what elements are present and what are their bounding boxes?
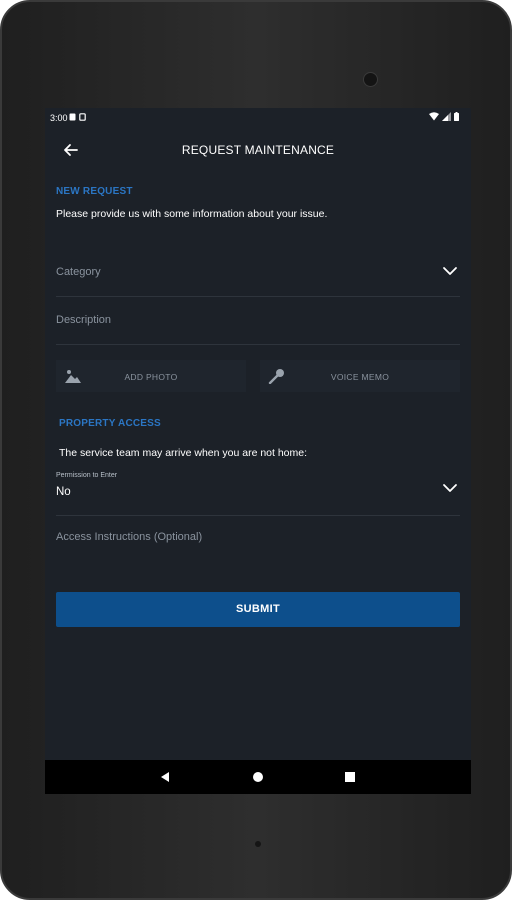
tablet-device: 3:00 REQUEST MAINTENANCE NEW REQUEST Ple… (0, 0, 512, 900)
battery-icon (454, 112, 459, 121)
new-request-section-label: NEW REQUEST (56, 186, 133, 197)
status-time: 3:00 (50, 113, 68, 123)
description-input[interactable]: Description (56, 304, 460, 345)
page-title: REQUEST MAINTENANCE (181, 143, 335, 157)
wifi-icon (429, 112, 439, 121)
chevron-down-icon (443, 267, 457, 275)
access-instructions-input[interactable]: Access Instructions (Optional) (56, 522, 460, 562)
voice-memo-label: VOICE MEMO (330, 372, 390, 382)
add-photo-button[interactable]: ADD PHOTO (56, 360, 246, 392)
new-request-intro: Please provide us with some information … (56, 208, 328, 220)
permission-to-enter-label: Permission to Enter (56, 472, 118, 479)
permission-to-enter-value: No (56, 486, 71, 498)
status-bar: 3:00 (45, 108, 471, 128)
chevron-down-icon (443, 484, 457, 492)
app-bar: REQUEST MAINTENANCE (45, 136, 471, 164)
status-icons (429, 112, 459, 121)
access-instructions-placeholder: Access Instructions (Optional) (56, 531, 203, 543)
voice-memo-button[interactable]: VOICE MEMO (260, 360, 460, 392)
nav-back-icon[interactable] (158, 770, 172, 784)
submit-label: SUBMIT (236, 603, 280, 615)
property-access-section-label: PROPERTY ACCESS (59, 418, 161, 429)
app-screen: 3:00 REQUEST MAINTENANCE NEW REQUEST Ple… (45, 108, 471, 794)
light-sensor (255, 841, 261, 847)
category-dropdown[interactable]: Category (56, 256, 460, 297)
front-camera (363, 72, 378, 87)
category-placeholder: Category (56, 266, 101, 278)
property-access-note: The service team may arrive when you are… (59, 447, 308, 459)
signal-icon (442, 112, 451, 121)
navigation-bar (45, 760, 471, 794)
nav-recents-icon[interactable] (343, 770, 357, 784)
sim-icon (79, 113, 86, 121)
nav-home-icon[interactable] (251, 770, 265, 784)
add-photo-label: ADD PHOTO (124, 372, 178, 382)
description-placeholder: Description (56, 314, 112, 326)
permission-to-enter-dropdown[interactable]: Permission to Enter No (56, 468, 460, 516)
submit-button[interactable]: SUBMIT (56, 592, 460, 627)
notification-icon (69, 113, 76, 121)
